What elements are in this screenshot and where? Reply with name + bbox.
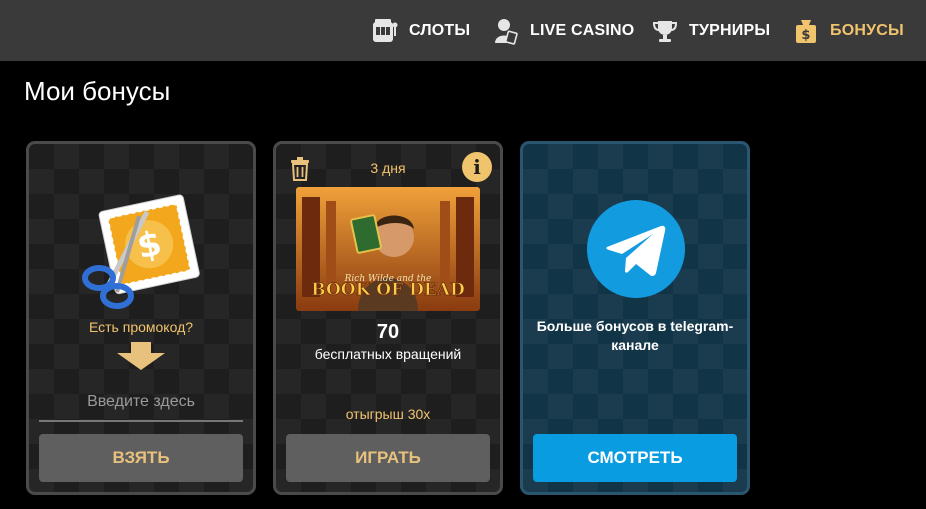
svg-text:$: $ <box>801 28 810 43</box>
game-title-text: BOOK OF DEAD <box>311 280 465 300</box>
game-thumbnail[interactable]: Rich Wilde and the BOOK OF DEAD <box>296 187 480 311</box>
nav-label: БОНУСЫ <box>830 21 904 39</box>
nav-label: LIVE CASINO <box>530 21 635 39</box>
telegram-card: Больше бонусов в telegram-канале СМОТРЕТ… <box>520 141 750 495</box>
nav-item-live-casino[interactable]: LIVE CASINO <box>492 0 634 61</box>
play-button[interactable]: ИГРАТЬ <box>286 434 490 482</box>
promo-question-label: Есть промокод? <box>88 319 194 335</box>
bonus-bag-icon: $ <box>792 17 820 45</box>
nav-item-tournaments[interactable]: ТУРНИРЫ <box>651 0 770 61</box>
view-telegram-button[interactable]: СМОТРЕТЬ <box>533 434 737 482</box>
trophy-icon <box>651 17 679 45</box>
arrow-down-icon <box>117 342 165 370</box>
info-icon[interactable]: i <box>462 152 492 182</box>
telegram-icon[interactable] <box>587 200 685 298</box>
slot-machine-icon <box>371 17 399 45</box>
free-spins-label: бесплатных вращений <box>314 346 462 362</box>
wager-requirement: отыгрыш 30х <box>345 406 431 422</box>
promo-code-input[interactable] <box>39 384 243 422</box>
take-bonus-button[interactable]: ВЗЯТЬ <box>39 434 243 482</box>
free-spins-count: 70 <box>376 321 400 343</box>
page-title: Мои бонусы <box>24 76 171 106</box>
telegram-promo-text: Больше бонусов в telegram-канале <box>536 318 734 353</box>
nav-label: ТУРНИРЫ <box>689 21 771 39</box>
nav-label: СЛОТЫ <box>409 21 471 39</box>
free-spins-card: 3 дня i Rich Wilde and the BOOK OF DEAD … <box>273 141 503 495</box>
promo-code-card: $ Есть промокод? ВЗЯТЬ <box>26 141 256 495</box>
nav-item-bonuses[interactable]: $ БОНУСЫ <box>792 0 904 61</box>
live-dealer-icon <box>492 17 520 45</box>
top-navigation: СЛОТЫ LIVE CASINO ТУРНИРЫ $ БОНУСЫ <box>0 0 926 61</box>
nav-item-slots[interactable]: СЛОТЫ <box>371 0 470 61</box>
coupon-scissors-icon: $ <box>82 194 200 309</box>
